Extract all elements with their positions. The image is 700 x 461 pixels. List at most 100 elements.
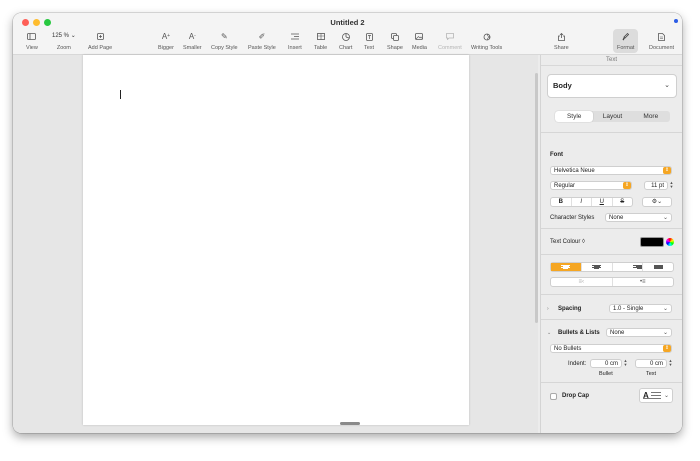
justify-icon xyxy=(643,264,673,270)
pages-window: Untitled 2 View 125 % ⌄ Zoom Add Page A +… xyxy=(13,13,682,433)
disclosure-right-icon[interactable]: › xyxy=(547,306,549,312)
add-page-button[interactable]: Add Page xyxy=(88,31,112,51)
shape-button[interactable]: Shape xyxy=(387,31,403,51)
format-inspector: Text Body ⌄ Style Layout More Font Helve… xyxy=(540,55,682,433)
drop-cap-style-select[interactable]: A ⌄ xyxy=(639,388,673,403)
text-caption: Text xyxy=(646,371,657,377)
increase-indent-button[interactable]: •≡ xyxy=(613,278,674,286)
drop-cap-checkbox[interactable] xyxy=(550,393,557,400)
paragraph-style-value: Body xyxy=(553,81,572,90)
chart-icon xyxy=(341,31,350,42)
toolbar: Untitled 2 View 125 % ⌄ Zoom Add Page A +… xyxy=(13,13,682,55)
font-family-select[interactable]: Helvetica Neue ⇕ xyxy=(550,166,672,175)
chevron-down-icon: ⌄ xyxy=(663,393,669,399)
page-resize-handle[interactable] xyxy=(340,422,360,425)
paragraph-style-select[interactable]: Body ⌄ xyxy=(547,74,677,98)
window-title: Untitled 2 xyxy=(330,18,365,27)
character-styles-select[interactable]: None ⌄ xyxy=(605,213,672,222)
document-button[interactable]: Document xyxy=(649,31,674,51)
text-colour-well[interactable] xyxy=(640,237,664,247)
insert-button[interactable]: Insert xyxy=(288,31,302,51)
font-family-value: Helvetica Neue xyxy=(554,168,595,174)
copy-style-button[interactable]: ✎ Copy Style xyxy=(211,31,238,51)
inspector-tabs: Style Layout More xyxy=(555,111,670,122)
bullet-indent-stepper[interactable]: ▲ ▼ xyxy=(623,359,628,368)
align-right-icon xyxy=(613,264,643,270)
text-indent-stepper[interactable]: ▲ ▼ xyxy=(668,359,673,368)
divider xyxy=(541,254,682,255)
zoom-value-text: 125 % xyxy=(52,33,70,39)
shape-icon xyxy=(391,31,399,42)
text-indent-field[interactable]: 0 cm xyxy=(635,359,667,368)
font-weight-select[interactable]: Regular ⇕ xyxy=(550,181,632,190)
document-page[interactable] xyxy=(83,55,469,425)
bullets-lists-select[interactable]: None ⌄ xyxy=(606,328,672,337)
divider xyxy=(541,382,682,383)
italic-button[interactable]: I xyxy=(572,198,592,206)
spacing-label[interactable]: Spacing xyxy=(558,306,581,312)
indent-label: Indent: xyxy=(568,361,587,367)
photo-icon xyxy=(415,31,424,42)
share-button[interactable]: Share xyxy=(554,31,569,51)
spacing-select[interactable]: 1.0 - Single ⌄ xyxy=(609,304,672,313)
view-button[interactable]: View xyxy=(26,31,38,51)
document-label: Document xyxy=(649,45,675,51)
bigger-button[interactable]: A + Bigger xyxy=(158,31,174,51)
font-size-stepper[interactable]: ▲ ▼ xyxy=(669,181,674,190)
format-button[interactable]: Format xyxy=(613,29,639,53)
insert-icon xyxy=(290,31,299,42)
sidebar-icon xyxy=(27,31,37,42)
inspector-header: Text xyxy=(541,55,682,66)
share-icon xyxy=(557,31,565,42)
comment-button[interactable]: Comment xyxy=(438,31,462,51)
indent-buttons: ≡‹ •≡ xyxy=(550,277,674,287)
divider xyxy=(541,228,682,229)
alignment-buttons xyxy=(550,262,674,272)
bold-button[interactable]: B xyxy=(551,198,572,206)
bullets-lists-label[interactable]: Bullets & Lists xyxy=(558,330,600,336)
align-left-button[interactable] xyxy=(551,263,582,271)
align-center-button[interactable] xyxy=(582,263,613,271)
drop-cap-line xyxy=(651,392,661,393)
updown-chevron-icon: ⇕ xyxy=(663,167,671,174)
strikethrough-button[interactable]: S xyxy=(613,198,633,206)
paste-style-label: Paste Style xyxy=(248,45,276,51)
chart-label: Chart xyxy=(339,45,353,51)
tab-more[interactable]: More xyxy=(632,111,670,122)
vertical-scrollbar[interactable] xyxy=(535,73,538,323)
spacing-value: 1.0 - Single xyxy=(613,306,644,312)
writing-tools-button[interactable]: Writing Tools xyxy=(471,31,502,51)
advanced-options-button[interactable]: ⚙⌄ xyxy=(642,197,672,207)
text-button[interactable]: Text xyxy=(364,31,374,51)
text-colour-label[interactable]: Text Colour ◊ xyxy=(550,239,585,245)
table-button[interactable]: Table xyxy=(314,31,327,51)
text-cursor xyxy=(120,90,121,99)
colour-wheel-icon[interactable] xyxy=(666,238,674,246)
bullet-indent-field[interactable]: 0 cm xyxy=(590,359,622,368)
bullets-lists-value: None xyxy=(610,330,625,336)
decrease-indent-button[interactable]: ≡‹ xyxy=(551,278,613,286)
font-size-field[interactable]: 11 pt xyxy=(644,181,668,190)
chart-button[interactable]: Chart xyxy=(339,31,352,51)
text-label: Text xyxy=(364,45,375,51)
media-button[interactable]: Media xyxy=(412,31,427,51)
font-smaller-icon: A- xyxy=(188,32,196,41)
add-page-icon xyxy=(96,31,104,42)
share-label: Share xyxy=(554,45,569,51)
zoom-control[interactable]: 125 % ⌄ Zoom xyxy=(52,31,76,51)
paste-style-button[interactable]: ✐ Paste Style xyxy=(248,31,276,51)
tab-style[interactable]: Style xyxy=(555,111,594,122)
disclosure-down-icon[interactable]: ⌄ xyxy=(547,330,551,336)
writing-tools-label: Writing Tools xyxy=(471,45,503,51)
bullet-type-select[interactable]: No Bullets ⇕ xyxy=(550,344,672,353)
align-right-button[interactable] xyxy=(613,263,644,271)
media-label: Media xyxy=(412,45,427,51)
smaller-button[interactable]: A- Smaller xyxy=(183,31,202,51)
tab-layout[interactable]: Layout xyxy=(593,111,631,122)
underline-button[interactable]: U xyxy=(592,198,613,206)
justify-button[interactable] xyxy=(643,263,673,271)
document-canvas[interactable] xyxy=(13,55,538,433)
chevron-down-icon: ⌄ xyxy=(657,199,663,205)
brush-icon: ✎ xyxy=(220,32,228,41)
drop-cap-line xyxy=(651,395,661,396)
